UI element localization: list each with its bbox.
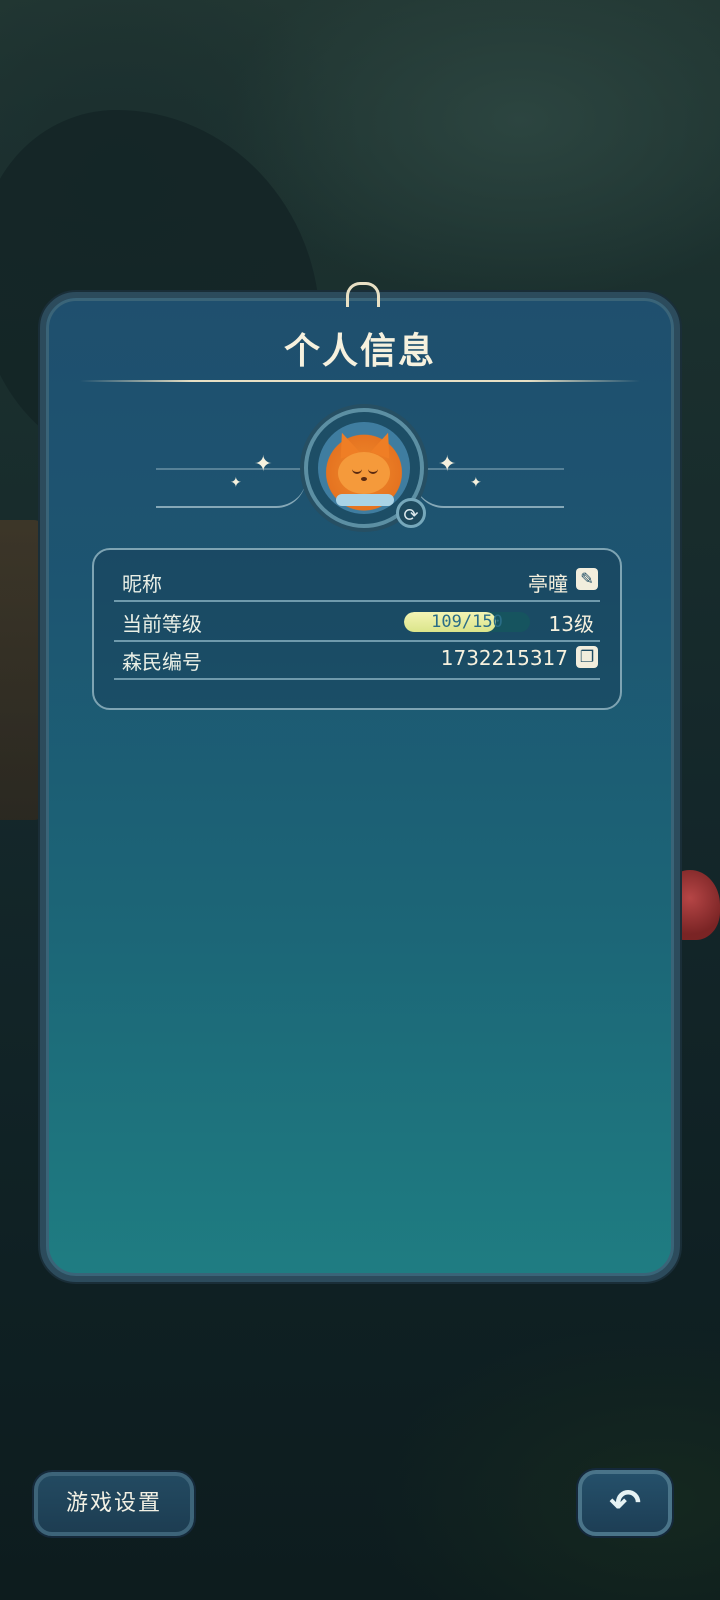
avatar-scarf (336, 494, 394, 506)
info-box: 昵称 亭曈 ✎ 当前等级 109/150 13级 森民编号 1732215317… (92, 548, 622, 710)
nickname-row: 昵称 亭曈 ✎ (114, 562, 600, 602)
avatar-frame[interactable]: ⟳ (304, 408, 426, 528)
title-divider (80, 380, 640, 382)
avatar-face (338, 452, 390, 494)
panel-crest-ornament (346, 282, 380, 307)
resident-id-row: 森民编号 1732215317 ❐ (114, 640, 600, 680)
xp-progress-bar: 109/150 (404, 612, 530, 632)
sparkle-icon: ✦ (254, 452, 273, 477)
game-settings-button[interactable]: 游戏设置 (34, 1472, 194, 1536)
level-row: 当前等级 109/150 13级 (114, 602, 600, 642)
background-shop-sign (0, 520, 44, 820)
fox-avatar (318, 422, 410, 514)
panel-title: 个人信息 (283, 331, 436, 372)
level-label: 当前等级 (122, 612, 202, 636)
resident-id-label: 森民编号 (122, 650, 202, 674)
profile-panel: 个人信息 ✦ ✦ ✦ ✦ ⟳ 昵称 亭曈 ✎ 当前等级 109/150 13级 … (40, 282, 680, 1282)
nickname-label: 昵称 (122, 572, 162, 596)
avatar-nose (361, 477, 367, 481)
refresh-icon[interactable]: ⟳ (396, 498, 426, 528)
edit-icon[interactable]: ✎ (576, 568, 598, 590)
back-button[interactable]: ↶ (578, 1470, 672, 1536)
ribbon-right-ornament (414, 468, 564, 508)
copy-icon[interactable]: ❐ (576, 646, 598, 668)
sparkle-icon: ✦ (230, 475, 242, 491)
back-arrow-icon: ↶ (609, 1481, 641, 1525)
sparkle-icon: ✦ (438, 452, 457, 477)
xp-progress-text: 109/150 (431, 612, 503, 632)
resident-id-value: 1732215317 (440, 646, 568, 670)
nickname-value: 亭曈 (528, 572, 568, 596)
sparkle-icon: ✦ (470, 475, 482, 491)
level-value: 13级 (548, 612, 594, 636)
